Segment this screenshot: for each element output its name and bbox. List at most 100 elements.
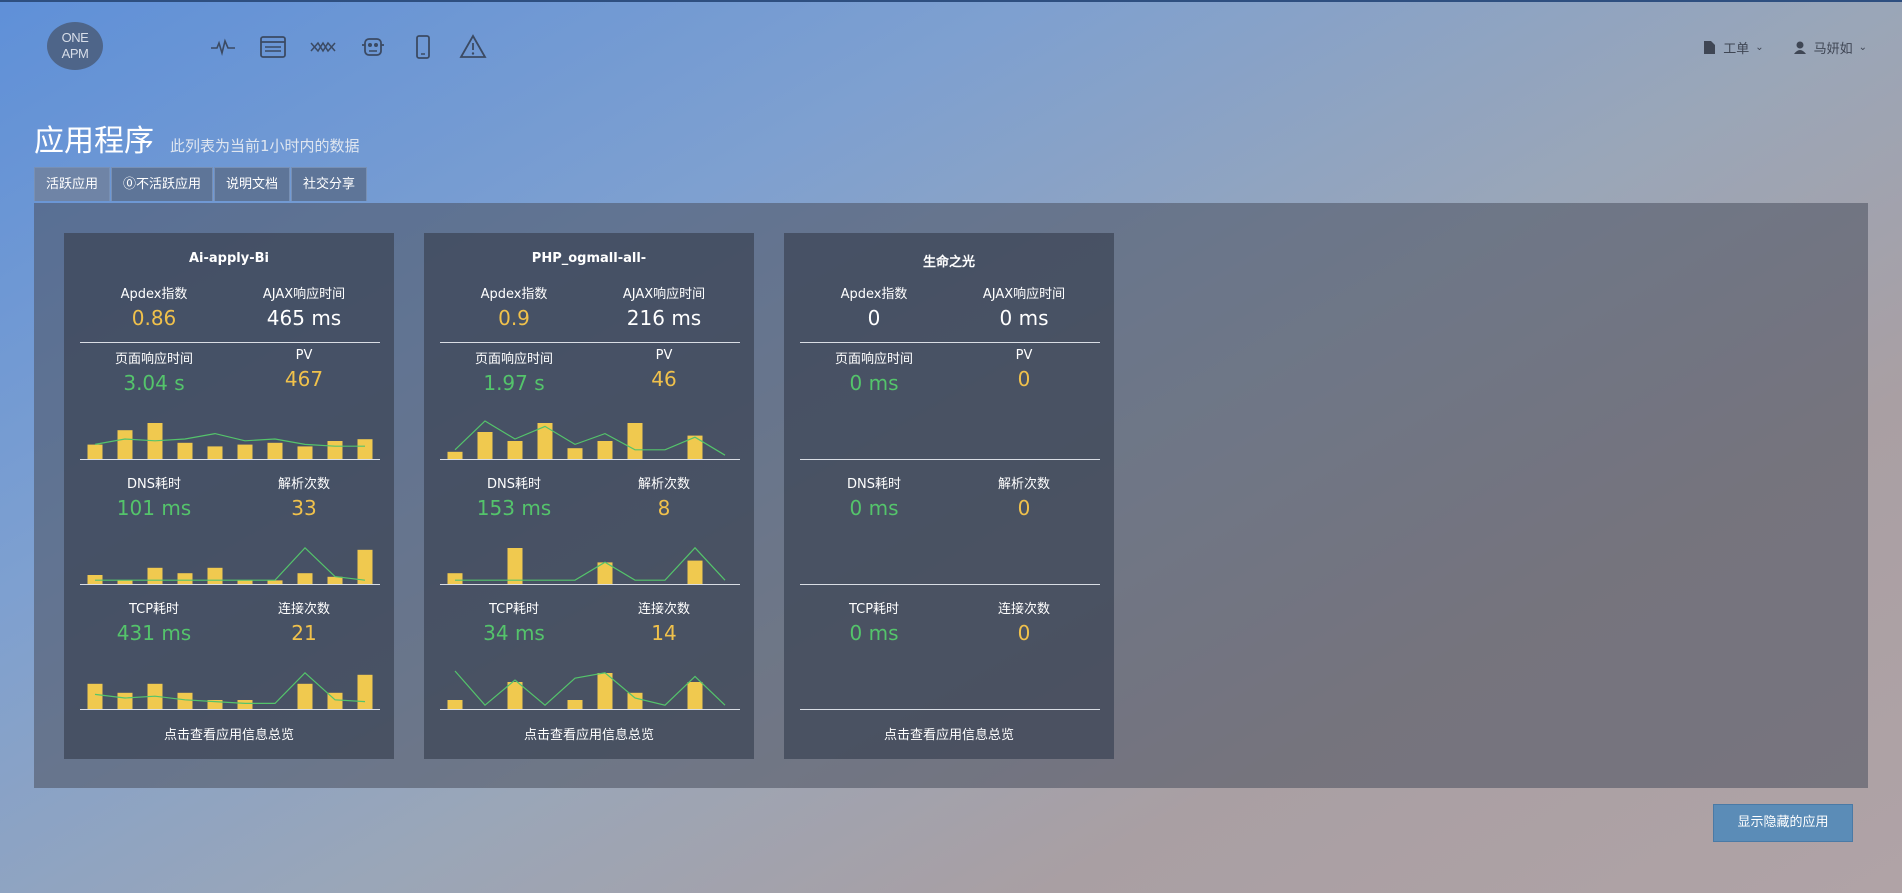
conn-value: 21 <box>291 621 317 645</box>
pv-value: 0 <box>1017 367 1031 391</box>
pv-metric: PV 46 <box>589 348 739 391</box>
tab-active-apps[interactable]: 活跃应用 <box>34 167 111 201</box>
conn-metric: 连接次数 21 <box>229 598 379 645</box>
spark-bar <box>567 700 583 709</box>
app-card[interactable]: Ai-apply-Bi Apdex指数 0.86 AJAX响应时间 465 ms… <box>64 233 394 759</box>
divider <box>440 709 740 710</box>
parse-metric: 解析次数 0 <box>949 473 1099 520</box>
divider <box>80 709 380 710</box>
spark-bar <box>627 692 643 709</box>
show-hidden-apps-button[interactable]: 显示隐藏的应用 <box>1713 804 1853 842</box>
parse-metric: 解析次数 8 <box>589 473 739 520</box>
parse-label: 解析次数 <box>277 477 330 492</box>
chevron-down-icon: ⌄ <box>1755 42 1764 53</box>
page-time-label: 页面响应时间 <box>114 352 193 367</box>
spark-bar <box>507 682 523 709</box>
spark-bar <box>507 548 523 584</box>
ticket-label: 工单 <box>1723 42 1750 57</box>
tcp-label: TCP耗时 <box>128 602 180 617</box>
tcp-sparkline <box>87 671 373 709</box>
app-card[interactable]: PHP_ogmall-all- Apdex指数 0.9 AJAX响应时间 216… <box>424 233 754 759</box>
chevron-down-icon: ⌄ <box>1858 42 1867 53</box>
spark-line <box>95 546 366 581</box>
app-name[interactable]: 生命之光 <box>784 251 1114 270</box>
spark-bar <box>267 442 283 459</box>
spark-bar <box>687 560 703 584</box>
user-menu[interactable]: 马妍如 ⌄ <box>1793 38 1867 57</box>
ajax-metric: AJAX响应时间 216 ms <box>589 283 739 330</box>
dns-label: DNS耗时 <box>487 477 541 492</box>
page-title: 应用程序 <box>34 124 154 159</box>
spark-bar <box>177 442 193 459</box>
spark-bar <box>357 674 373 709</box>
divider <box>800 584 1100 585</box>
conn-metric: 连接次数 14 <box>589 598 739 645</box>
user-icon <box>1793 41 1806 54</box>
ajax-label: AJAX响应时间 <box>262 287 346 302</box>
page-header: 应用程序 此列表为当前1小时内的数据 <box>34 116 360 160</box>
ticket-menu[interactable]: 工单 ⌄ <box>1704 38 1764 57</box>
oneapm-logo[interactable]: ONE APM <box>47 22 103 70</box>
divider <box>80 584 380 585</box>
ajax-value: 0 ms <box>999 306 1049 330</box>
browser-icon[interactable] <box>258 32 288 62</box>
parse-value: 0 <box>1017 496 1031 520</box>
spark-bar <box>597 673 613 709</box>
user-name: 马妍如 <box>1813 42 1853 57</box>
app-name[interactable]: Ai-apply-Bi <box>64 251 394 266</box>
spark-bar <box>207 567 223 584</box>
pulse-icon[interactable] <box>208 32 238 62</box>
page-time-value: 0 ms <box>849 371 899 395</box>
page-sparkline <box>447 420 726 459</box>
spark-bar <box>447 700 463 709</box>
tcp-label: TCP耗时 <box>848 602 900 617</box>
conn-value: 0 <box>1017 621 1031 645</box>
apdex-metric: Apdex指数 0.9 <box>439 283 589 330</box>
spark-bar <box>207 446 223 459</box>
tcp-value: 0 ms <box>849 621 899 645</box>
page-time-metric: 页面响应时间 0 ms <box>799 348 949 395</box>
conn-label: 连接次数 <box>637 602 690 617</box>
top-right-menu: 工单 ⌄ 马妍如 ⌄ <box>1674 38 1867 57</box>
app-overview-link[interactable]: 点击查看应用信息总览 <box>424 724 754 743</box>
ajax-label: AJAX响应时间 <box>622 287 706 302</box>
app-overview-link[interactable]: 点击查看应用信息总览 <box>64 724 394 743</box>
app-name[interactable]: PHP_ogmall-all- <box>424 251 754 266</box>
tcp-metric: TCP耗时 34 ms <box>439 598 589 645</box>
apdex-label: Apdex指数 <box>480 287 548 302</box>
spark-bar <box>87 575 103 584</box>
spark-bar <box>447 573 463 584</box>
mobile-icon[interactable] <box>408 32 438 62</box>
divider <box>800 709 1100 710</box>
app-card[interactable]: 生命之光 Apdex指数 0 AJAX响应时间 0 ms 页面响应时间 0 ms… <box>784 233 1114 759</box>
dns-value: 101 ms <box>116 496 192 520</box>
apdex-label: Apdex指数 <box>840 287 908 302</box>
tab-social-share[interactable]: 社交分享 <box>291 167 368 201</box>
tcp-label: TCP耗时 <box>488 602 540 617</box>
divider <box>80 342 380 343</box>
divider <box>80 459 380 460</box>
tab-docs[interactable]: 说明文档 <box>214 167 291 201</box>
ajax-value: 465 ms <box>266 306 342 330</box>
dns-metric: DNS耗时 101 ms <box>79 473 229 520</box>
alert-icon[interactable] <box>458 32 488 62</box>
dns-metric: DNS耗时 153 ms <box>439 473 589 520</box>
app-overview-link[interactable]: 点击查看应用信息总览 <box>784 724 1114 743</box>
spark-bar <box>627 423 643 459</box>
spark-bar <box>477 432 493 459</box>
pv-metric: PV 467 <box>229 348 379 391</box>
ajax-value: 216 ms <box>626 306 702 330</box>
tab-inactive-apps[interactable]: ⓪不活跃应用 <box>111 167 214 201</box>
parse-metric: 解析次数 33 <box>229 473 379 520</box>
logo-text-top: ONE <box>61 30 89 45</box>
pv-label: PV <box>295 348 313 363</box>
divider <box>800 342 1100 343</box>
pv-metric: PV 0 <box>949 348 1099 391</box>
ajax-metric: AJAX响应时间 465 ms <box>229 283 379 330</box>
topology-icon[interactable] <box>308 32 338 62</box>
tcp-sparkline <box>447 670 726 709</box>
spark-line <box>454 670 726 707</box>
parse-label: 解析次数 <box>997 477 1050 492</box>
robot-icon[interactable] <box>358 32 388 62</box>
divider <box>440 342 740 343</box>
